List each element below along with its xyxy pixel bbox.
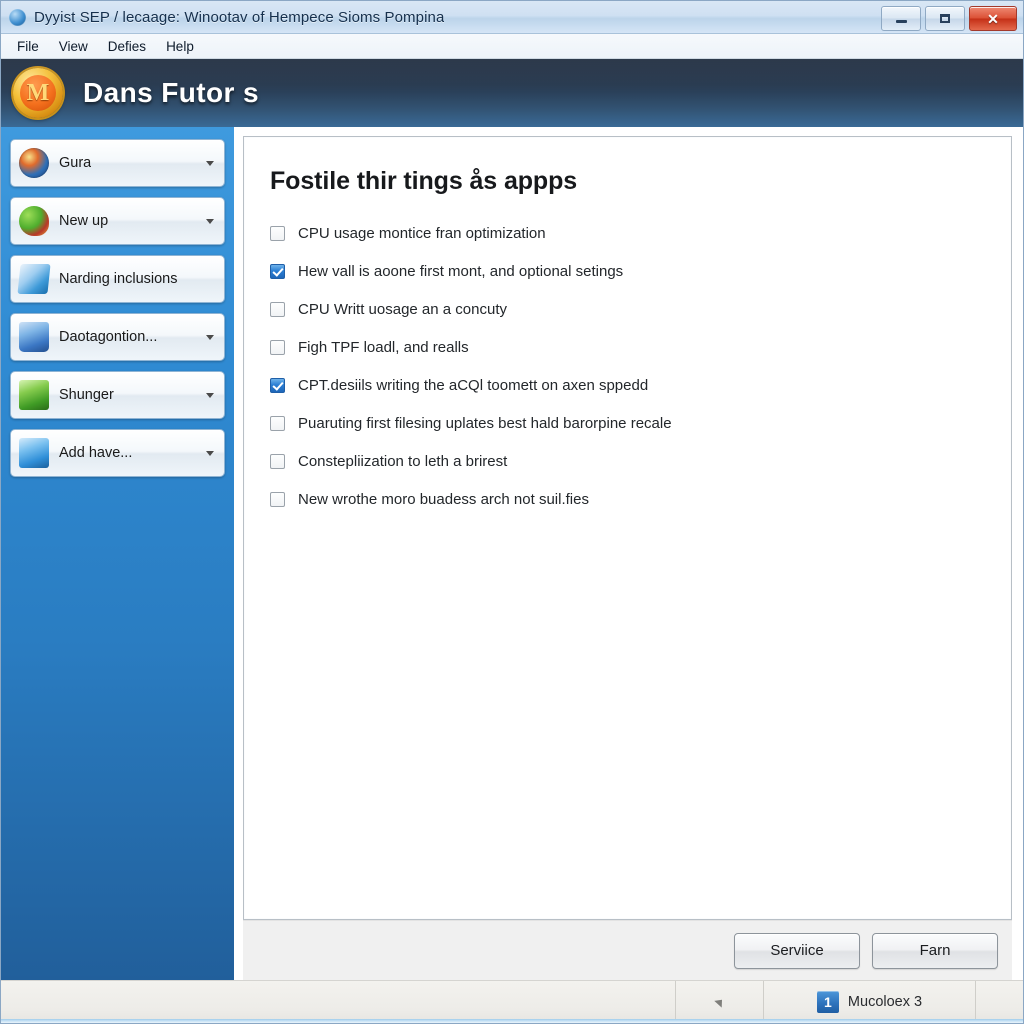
status-bar: 1 Mucoloex 3 — [1, 980, 1023, 1023]
list-item[interactable]: CPU Writt uosage an a concuty — [270, 290, 985, 328]
window-globe-icon — [9, 8, 26, 26]
options-panel: Fostile thir tings ås appps CPU usage mo… — [243, 136, 1012, 920]
sidebar-item-shunger[interactable]: Shunger — [10, 371, 225, 419]
app-title: Dans Futor s — [83, 77, 259, 108]
application-window: Dyyist SEP / lecaage: Winootav of Hempec… — [0, 0, 1024, 1024]
list-item[interactable]: Figh TPF loadl, and realls — [270, 328, 985, 366]
add-icon — [19, 438, 49, 468]
green-book-icon — [19, 380, 49, 410]
menu-item-defies[interactable]: Defies — [98, 37, 156, 56]
chevron-down-icon[interactable] — [206, 451, 214, 456]
option-label: CPT.desiils writing the aCQl toomett on … — [298, 376, 649, 394]
maximize-button[interactable] — [925, 6, 965, 31]
app-logo-icon: M — [13, 68, 63, 118]
app-logo-letter: M — [26, 80, 50, 106]
sidebar-item-new-up[interactable]: New up — [10, 197, 225, 245]
option-checkbox[interactable] — [270, 339, 285, 355]
minimize-button[interactable] — [881, 6, 921, 31]
option-checkbox[interactable] — [270, 225, 285, 241]
sidebar-item-label: New up — [59, 213, 109, 229]
sidebar-item-add-have[interactable]: Add have... — [10, 429, 225, 477]
service-button[interactable]: Serviice — [734, 932, 860, 969]
sidebar-item-label: Narding inclusions — [59, 271, 178, 287]
option-checkbox[interactable] — [270, 453, 285, 469]
list-item[interactable]: Puaruting first filesing uplates best ha… — [270, 404, 985, 442]
paint-icon — [19, 206, 49, 236]
close-button[interactable]: ✕ — [969, 6, 1017, 31]
menu-bar: File View Defies Help — [1, 34, 1023, 59]
sidebar-item-label: Gura — [59, 155, 92, 171]
option-label: New wrothe moro buadess arch not suil.fi… — [298, 490, 589, 508]
pen-icon — [17, 264, 51, 294]
content-area: Fostile thir tings ås appps CPU usage mo… — [234, 127, 1023, 980]
farn-button[interactable]: Farn — [872, 932, 998, 969]
sidebar-item-daotagontion[interactable]: Daotagontion... — [10, 313, 225, 361]
option-label: CPU usage montice fran optimization — [298, 224, 546, 242]
menu-item-file[interactable]: File — [7, 37, 49, 56]
status-cell-main — [1, 981, 675, 1023]
chevron-down-icon[interactable] — [206, 219, 214, 224]
option-checkbox[interactable] — [270, 415, 285, 431]
app-header-banner: M Dans Futor s — [1, 59, 1023, 127]
globe-icon — [19, 148, 49, 178]
window-bottom-edge — [1, 1019, 1023, 1023]
window-controls: ✕ — [881, 6, 1017, 31]
option-label: Figh TPF loadl, and realls — [298, 338, 469, 356]
option-checkbox[interactable] — [270, 377, 285, 393]
window-title: Dyyist SEP / lecaage: Winootav of Hempec… — [34, 8, 445, 26]
main-body: Gura New up Narding inclusions Daotagont… — [1, 127, 1023, 980]
list-item[interactable]: CPT.desiils writing the aCQl toomett on … — [270, 366, 985, 404]
option-checkbox[interactable] — [270, 491, 285, 507]
status-cell-tail — [975, 981, 1023, 1023]
list-item[interactable]: Hew vall is aoone first mont, and option… — [270, 252, 985, 290]
sidebar-item-label: Add have... — [59, 445, 133, 461]
list-item[interactable]: Constepliization to leth a brirest — [270, 442, 985, 480]
status-cell-arrow[interactable] — [675, 981, 763, 1023]
sidebar-item-narding-inclusions[interactable]: Narding inclusions — [10, 255, 225, 303]
list-item[interactable]: CPU usage montice fran optimization — [270, 214, 985, 252]
sidebar: Gura New up Narding inclusions Daotagont… — [1, 127, 234, 980]
maximize-icon — [940, 14, 950, 23]
minimize-icon — [895, 20, 907, 23]
option-label: Hew vall is aoone first mont, and option… — [298, 262, 624, 280]
chevron-down-icon[interactable] — [206, 335, 214, 340]
option-checkbox[interactable] — [270, 263, 285, 279]
chevron-down-icon[interactable] — [206, 161, 214, 166]
page-title: Fostile thir tings ås appps — [270, 167, 578, 195]
chevron-down-icon[interactable] — [206, 393, 214, 398]
product-name: Mucoloex 3 — [847, 994, 923, 1010]
option-label: Constepliization to leth a brirest — [298, 452, 508, 470]
option-checkbox[interactable] — [270, 301, 285, 317]
close-icon: ✕ — [987, 10, 999, 27]
list-item[interactable]: New wrothe moro buadess arch not suil.fi… — [270, 480, 985, 518]
menu-item-help[interactable]: Help — [156, 37, 204, 56]
app-logo-inner: M — [20, 75, 56, 111]
product-badge-icon: 1 — [816, 991, 839, 1013]
options-checkbox-list: CPU usage montice fran optimization Hew … — [270, 214, 985, 518]
book-icon — [19, 322, 49, 352]
title-bar: Dyyist SEP / lecaage: Winootav of Hempec… — [1, 1, 1023, 34]
sidebar-item-label: Daotagontion... — [59, 329, 158, 345]
option-label: CPU Writt uosage an a concuty — [298, 300, 507, 318]
status-cell-product[interactable]: 1 Mucoloex 3 — [763, 981, 975, 1023]
sidebar-item-gura[interactable]: Gura — [10, 139, 225, 187]
up-arrow-icon — [713, 996, 726, 1008]
sidebar-item-label: Shunger — [59, 387, 114, 403]
menu-item-view[interactable]: View — [49, 37, 98, 56]
dialog-button-bar: Serviice Farn — [243, 920, 1012, 980]
option-label: Puaruting first filesing uplates best ha… — [298, 414, 672, 432]
